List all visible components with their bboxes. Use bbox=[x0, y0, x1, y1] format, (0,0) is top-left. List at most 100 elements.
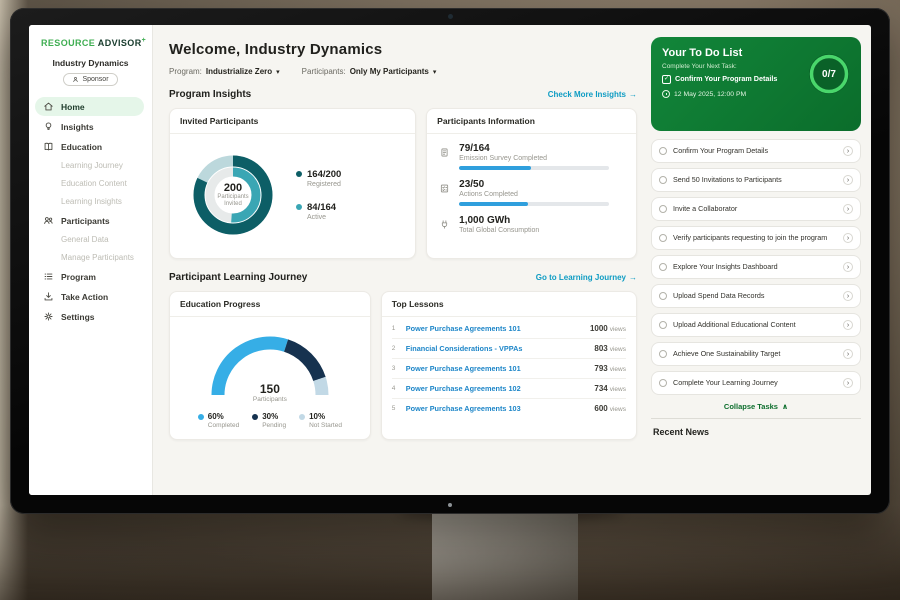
sponsor-badge[interactable]: Sponsor bbox=[63, 73, 117, 86]
section-title-learning-journey: Participant Learning Journey bbox=[169, 272, 307, 283]
lesson-views-suffix: views bbox=[610, 326, 626, 333]
progress-fill bbox=[459, 202, 528, 206]
invited-card-title: Invited Participants bbox=[170, 109, 415, 134]
sidebar-item-general-data[interactable]: General Data bbox=[35, 231, 144, 248]
lesson-views: 1000views bbox=[590, 324, 626, 333]
main-content: Welcome, Industry Dynamics Program:Indus… bbox=[153, 25, 649, 495]
go-to-learning-journey-link[interactable]: Go to Learning Journey → bbox=[536, 273, 637, 282]
legend-label: Not Started bbox=[309, 422, 342, 429]
legend-dot bbox=[252, 414, 258, 420]
todo-task-achieve-one-sustainability-target[interactable]: Achieve One Sustainability Target› bbox=[651, 342, 861, 366]
info-value: 23/50 bbox=[459, 179, 609, 190]
sidebar-item-insights[interactable]: Insights bbox=[35, 117, 144, 136]
task-checkbox[interactable] bbox=[659, 147, 667, 155]
lesson-link[interactable]: Power Purchase Agreements 102 bbox=[406, 384, 589, 393]
sidebar: RESOURCE ADVISOR+ Industry Dynamics Spon… bbox=[29, 25, 153, 495]
legend-item-registered: 164/200Registered bbox=[296, 169, 341, 188]
legend-value: 60% bbox=[208, 412, 239, 421]
lesson-row-4: 4Power Purchase Agreements 102734views bbox=[392, 379, 626, 399]
survey-icon bbox=[439, 143, 451, 170]
task-checkbox[interactable] bbox=[659, 176, 667, 184]
legend-item-active: 84/164Active bbox=[296, 202, 341, 221]
progress-track bbox=[459, 202, 609, 206]
lesson-rank: 2 bbox=[392, 345, 400, 352]
sidebar-item-home[interactable]: Home bbox=[35, 97, 144, 116]
lesson-row-1: 1Power Purchase Agreements 1011000views bbox=[392, 319, 626, 339]
sidebar-item-education-content[interactable]: Education Content bbox=[35, 175, 144, 192]
task-label: Upload Spend Data Records bbox=[673, 291, 837, 300]
todo-task-confirm-your-program-details[interactable]: Confirm Your Program Details› bbox=[651, 139, 861, 163]
filter-label: Participants: bbox=[302, 67, 346, 76]
todo-task-upload-additional-educational-content[interactable]: Upload Additional Educational Content› bbox=[651, 313, 861, 337]
todo-due: 12 May 2025, 12:00 PM bbox=[662, 90, 799, 98]
sidebar-item-take-action[interactable]: Take Action bbox=[35, 287, 144, 306]
education-gauge-chart: 150 Participants bbox=[200, 325, 340, 403]
collapse-tasks-link[interactable]: Collapse Tasks ∧ bbox=[651, 402, 861, 411]
sidebar-item-label: Home bbox=[61, 102, 85, 112]
todo-next-task[interactable]: ✓ Confirm Your Program Details bbox=[662, 75, 799, 84]
todo-task-upload-spend-data-records[interactable]: Upload Spend Data Records› bbox=[651, 284, 861, 308]
task-label: Send 50 Invitations to Participants bbox=[673, 175, 837, 184]
page-title: Welcome, Industry Dynamics bbox=[169, 41, 637, 58]
lesson-views: 803views bbox=[594, 344, 626, 353]
filter-participants[interactable]: Participants:Only My Participants▾ bbox=[302, 67, 437, 76]
info-value: 1,000 GWh bbox=[459, 215, 539, 226]
lesson-link[interactable]: Power Purchase Agreements 101 bbox=[406, 364, 589, 373]
home-icon bbox=[43, 101, 54, 112]
sponsor-badge-label: Sponsor bbox=[82, 76, 108, 83]
task-checkbox[interactable] bbox=[659, 292, 667, 300]
task-checkbox[interactable] bbox=[659, 379, 667, 387]
todo-task-complete-your-learning-journey[interactable]: Complete Your Learning Journey› bbox=[651, 371, 861, 395]
todo-task-invite-a-collaborator[interactable]: Invite a Collaborator› bbox=[651, 197, 861, 221]
legend-label: Pending bbox=[262, 422, 286, 429]
lesson-link[interactable]: Financial Considerations - VPPAs bbox=[406, 344, 589, 353]
participants-icon bbox=[43, 215, 54, 226]
task-label: Explore Your Insights Dashboard bbox=[673, 262, 837, 271]
check-more-insights-link[interactable]: Check More Insights → bbox=[548, 90, 637, 99]
legend-value: 10% bbox=[309, 412, 342, 421]
sidebar-item-education[interactable]: Education bbox=[35, 137, 144, 156]
task-label: Complete Your Learning Journey bbox=[673, 378, 837, 387]
link-label: Go to Learning Journey bbox=[536, 273, 626, 282]
brand-primary: RESOURCE bbox=[41, 38, 95, 48]
sidebar-item-settings[interactable]: Settings bbox=[35, 307, 144, 326]
lesson-views: 600views bbox=[594, 404, 626, 413]
sidebar-item-program[interactable]: Program bbox=[35, 267, 144, 286]
task-label: Confirm Your Program Details bbox=[673, 146, 837, 155]
invited-donut-chart: 200 Participants Invited bbox=[182, 144, 284, 246]
chevron-right-icon: › bbox=[843, 262, 853, 272]
lesson-link[interactable]: Power Purchase Agreements 103 bbox=[406, 404, 589, 413]
chevron-down-icon: ▾ bbox=[276, 68, 280, 76]
task-checkbox[interactable] bbox=[659, 350, 667, 358]
task-checkbox[interactable] bbox=[659, 234, 667, 242]
legend-dot bbox=[296, 204, 302, 210]
lesson-link[interactable]: Power Purchase Agreements 101 bbox=[406, 324, 584, 333]
sidebar-item-label: Education bbox=[61, 142, 102, 152]
brand-plus: + bbox=[142, 37, 147, 44]
lesson-views-suffix: views bbox=[610, 386, 626, 393]
task-checkbox[interactable] bbox=[659, 205, 667, 213]
sidebar-item-manage-participants[interactable]: Manage Participants bbox=[35, 249, 144, 266]
todo-task-verify-participants-requesting-to-join-the-program[interactable]: Verify participants requesting to join t… bbox=[651, 226, 861, 250]
filter-program[interactable]: Program:Industrialize Zero▾ bbox=[169, 67, 280, 76]
todo-task-send-50-invitations-to-participants[interactable]: Send 50 Invitations to Participants› bbox=[651, 168, 861, 192]
settings-icon bbox=[43, 311, 54, 322]
monitor: RESOURCE ADVISOR+ Industry Dynamics Spon… bbox=[10, 8, 890, 514]
task-checkbox[interactable] bbox=[659, 321, 667, 329]
sidebar-item-label: Learning Insights bbox=[61, 197, 122, 206]
lessons-card-title: Top Lessons bbox=[382, 292, 636, 317]
power-led bbox=[448, 503, 452, 507]
sidebar-item-learning-insights[interactable]: Learning Insights bbox=[35, 193, 144, 210]
education-icon bbox=[43, 141, 54, 152]
task-checkbox[interactable] bbox=[659, 263, 667, 271]
collapse-icon: ∧ bbox=[782, 402, 788, 411]
sidebar-item-learning-journey[interactable]: Learning Journey bbox=[35, 157, 144, 174]
info-value: 79/164 bbox=[459, 143, 609, 154]
invited-legend: 164/200Registered 84/164Active bbox=[296, 169, 341, 221]
education-progress-card: Education Progress 150 Participants 60%C… bbox=[169, 291, 371, 440]
todo-task-explore-your-insights-dashboard[interactable]: Explore Your Insights Dashboard › bbox=[651, 255, 861, 279]
legend-item-not-started: 10%Not Started bbox=[299, 412, 342, 429]
sidebar-item-participants[interactable]: Participants bbox=[35, 211, 144, 230]
education-legend: 60%Completed30%Pending10%Not Started bbox=[198, 412, 342, 429]
check-icon: ✓ bbox=[662, 75, 671, 84]
